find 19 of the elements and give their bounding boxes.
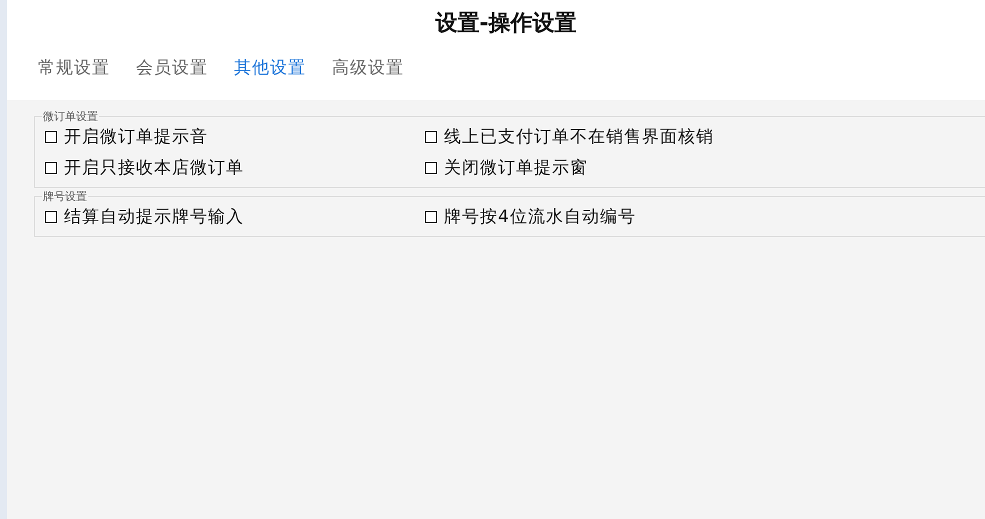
checkbox[interactable] (425, 162, 437, 174)
tab[interactable]: 常规设置 (38, 56, 110, 79)
checkbox[interactable] (45, 130, 57, 142)
checkbox-label[interactable]: 开启只接收本店微订单 (64, 156, 244, 179)
checkbox[interactable] (45, 210, 57, 222)
group-legend: 微订单设置 (42, 109, 99, 124)
checkbox-label[interactable]: 牌号按4位流水自动编号 (444, 205, 636, 228)
checkbox-label[interactable]: 结算自动提示牌号输入 (64, 205, 244, 228)
group-legend: 牌号设置 (42, 189, 88, 204)
checkbox[interactable] (425, 210, 437, 222)
checkbox-label[interactable]: 开启微订单提示音 (64, 125, 208, 148)
tab[interactable]: 会员设置 (136, 56, 208, 79)
tab[interactable]: 其他设置 (234, 56, 306, 79)
checkbox[interactable] (425, 130, 437, 142)
checkbox-label[interactable]: 线上已支付订单不在销售界面核销 (444, 125, 714, 148)
tab[interactable]: 高级设置 (332, 56, 404, 79)
checkbox-label[interactable]: 关闭微订单提示窗 (444, 156, 588, 179)
checkbox[interactable] (45, 162, 57, 174)
window-title: 设置-操作设置 (435, 10, 577, 38)
